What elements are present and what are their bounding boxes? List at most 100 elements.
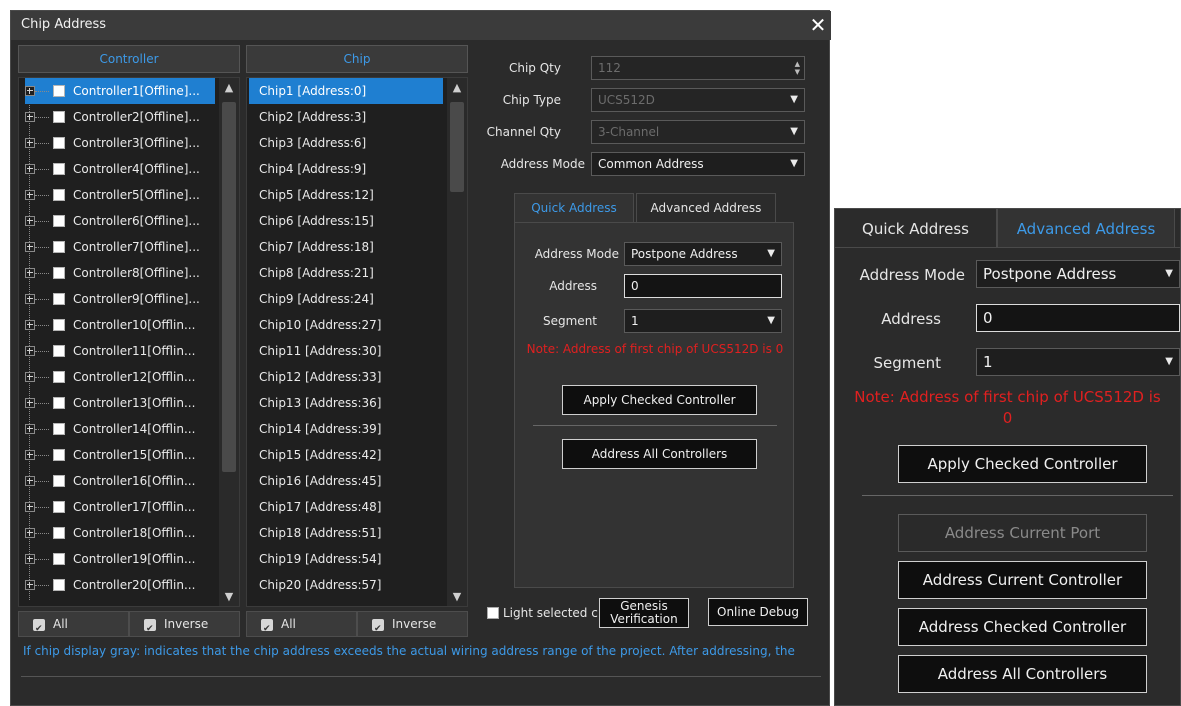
tab-quick-address[interactable]: Quick Address: [514, 193, 634, 223]
chip-inverse-button[interactable]: Inverse: [357, 611, 468, 641]
address-mode-select[interactable]: Common Address ▼: [591, 152, 805, 176]
chip-item[interactable]: Chip11 [Address:30]: [249, 338, 443, 364]
controller-item[interactable]: Controller17[Offlin...: [25, 494, 215, 520]
expand-icon[interactable]: [25, 528, 35, 538]
chip-item[interactable]: Chip12 [Address:33]: [249, 364, 443, 390]
expand-icon[interactable]: [25, 450, 35, 460]
adv-address-mode-select[interactable]: Postpone Address ▼: [976, 260, 1180, 288]
scroll-up-icon[interactable]: ▲: [447, 81, 467, 94]
chip-item[interactable]: Chip13 [Address:36]: [249, 390, 443, 416]
chip-item[interactable]: Chip3 [Address:6]: [249, 130, 443, 156]
expand-icon[interactable]: [25, 554, 35, 564]
controller-checkbox[interactable]: [53, 423, 65, 435]
controller-item[interactable]: Controller12[Offlin...: [25, 364, 215, 390]
genesis-verification-button[interactable]: Genesis Verification: [599, 598, 689, 628]
chip-item[interactable]: Chip20 [Address:57]: [249, 572, 443, 598]
qa-address-mode-select[interactable]: Postpone Address ▼: [624, 242, 782, 266]
expand-icon[interactable]: [25, 268, 35, 278]
online-debug-button[interactable]: Online Debug: [708, 598, 808, 626]
scroll-down-icon[interactable]: ▼: [219, 590, 239, 603]
controller-item[interactable]: Controller10[Offlin...: [25, 312, 215, 338]
controller-checkbox[interactable]: [53, 475, 65, 487]
controller-checkbox[interactable]: [53, 371, 65, 383]
expand-icon[interactable]: [25, 320, 35, 330]
tab-advanced-address[interactable]: Advanced Address: [997, 208, 1175, 248]
chip-item[interactable]: Chip8 [Address:21]: [249, 260, 443, 286]
expand-icon[interactable]: [25, 242, 35, 252]
address-all-controllers-button[interactable]: Address All Controllers: [898, 655, 1147, 693]
controller-checkbox[interactable]: [53, 189, 65, 201]
controller-checkbox[interactable]: [53, 345, 65, 357]
qa-segment-select[interactable]: 1 ▼: [624, 309, 782, 333]
apply-checked-controller-button[interactable]: Apply Checked Controller: [898, 445, 1147, 483]
chip-item[interactable]: Chip15 [Address:42]: [249, 442, 443, 468]
tab-quick-address[interactable]: Quick Address: [834, 208, 997, 248]
controller-item[interactable]: Controller1[Offline]...: [25, 78, 215, 104]
scroll-thumb[interactable]: [450, 102, 464, 192]
controller-scrollbar[interactable]: ▲ ▼: [219, 78, 239, 606]
chip-item[interactable]: Chip19 [Address:54]: [249, 546, 443, 572]
chip-item[interactable]: Chip6 [Address:15]: [249, 208, 443, 234]
controller-item[interactable]: Controller2[Offline]...: [25, 104, 215, 130]
scroll-up-icon[interactable]: ▲: [219, 81, 239, 94]
chip-all-button[interactable]: All: [246, 611, 357, 641]
scroll-thumb[interactable]: [222, 102, 236, 472]
controller-item[interactable]: Controller19[Offlin...: [25, 546, 215, 572]
controller-item[interactable]: Controller4[Offline]...: [25, 156, 215, 182]
expand-icon[interactable]: [25, 190, 35, 200]
controller-item[interactable]: Controller16[Offlin...: [25, 468, 215, 494]
controller-item[interactable]: Controller5[Offline]...: [25, 182, 215, 208]
adv-segment-select[interactable]: 1 ▼: [976, 348, 1180, 376]
controller-item[interactable]: Controller14[Offlin...: [25, 416, 215, 442]
controller-item[interactable]: Controller15[Offlin...: [25, 442, 215, 468]
expand-icon[interactable]: [25, 502, 35, 512]
expand-icon[interactable]: [25, 424, 35, 434]
chip-item[interactable]: Chip17 [Address:48]: [249, 494, 443, 520]
chip-item[interactable]: Chip16 [Address:45]: [249, 468, 443, 494]
tab-advanced-address[interactable]: Advanced Address: [636, 193, 776, 223]
chip-item[interactable]: Chip14 [Address:39]: [249, 416, 443, 442]
chip-item[interactable]: Chip18 [Address:51]: [249, 520, 443, 546]
controller-checkbox[interactable]: [53, 137, 65, 149]
controller-checkbox[interactable]: [53, 319, 65, 331]
qa-address-input[interactable]: 0: [624, 274, 782, 298]
controller-checkbox[interactable]: [53, 579, 65, 591]
expand-icon[interactable]: [25, 476, 35, 486]
chip-item[interactable]: Chip7 [Address:18]: [249, 234, 443, 260]
chip-item[interactable]: Chip1 [Address:0]: [249, 78, 443, 104]
controller-item[interactable]: Controller11[Offlin...: [25, 338, 215, 364]
controller-item[interactable]: Controller8[Offline]...: [25, 260, 215, 286]
controller-checkbox[interactable]: [53, 111, 65, 123]
close-icon[interactable]: ✕: [807, 13, 829, 37]
controller-item[interactable]: Controller9[Offline]...: [25, 286, 215, 312]
controller-checkbox[interactable]: [53, 553, 65, 565]
chip-item[interactable]: Chip9 [Address:24]: [249, 286, 443, 312]
controller-checkbox[interactable]: [53, 449, 65, 461]
chip-item[interactable]: Chip4 [Address:9]: [249, 156, 443, 182]
controller-item[interactable]: Controller18[Offlin...: [25, 520, 215, 546]
controller-item[interactable]: Controller20[Offlin...: [25, 572, 215, 598]
address-all-controllers-button[interactable]: Address All Controllers: [562, 439, 757, 469]
chip-item[interactable]: Chip2 [Address:3]: [249, 104, 443, 130]
controller-checkbox[interactable]: [53, 527, 65, 539]
controller-checkbox[interactable]: [53, 293, 65, 305]
controller-checkbox[interactable]: [53, 215, 65, 227]
expand-icon[interactable]: [25, 112, 35, 122]
expand-icon[interactable]: [25, 216, 35, 226]
expand-icon[interactable]: [25, 294, 35, 304]
chip-scrollbar[interactable]: ▲ ▼: [447, 78, 467, 606]
expand-icon[interactable]: [25, 372, 35, 382]
adv-address-input[interactable]: 0: [976, 304, 1180, 332]
controller-checkbox[interactable]: [53, 501, 65, 513]
chip-item[interactable]: Chip10 [Address:27]: [249, 312, 443, 338]
apply-checked-controller-button[interactable]: Apply Checked Controller: [562, 385, 757, 415]
expand-icon[interactable]: [25, 86, 35, 96]
controller-checkbox[interactable]: [53, 267, 65, 279]
expand-icon[interactable]: [25, 346, 35, 356]
controller-checkbox[interactable]: [53, 397, 65, 409]
controller-checkbox[interactable]: [53, 85, 65, 97]
controller-checkbox[interactable]: [53, 241, 65, 253]
expand-icon[interactable]: [25, 398, 35, 408]
chip-item[interactable]: Chip5 [Address:12]: [249, 182, 443, 208]
controller-checkbox[interactable]: [53, 163, 65, 175]
